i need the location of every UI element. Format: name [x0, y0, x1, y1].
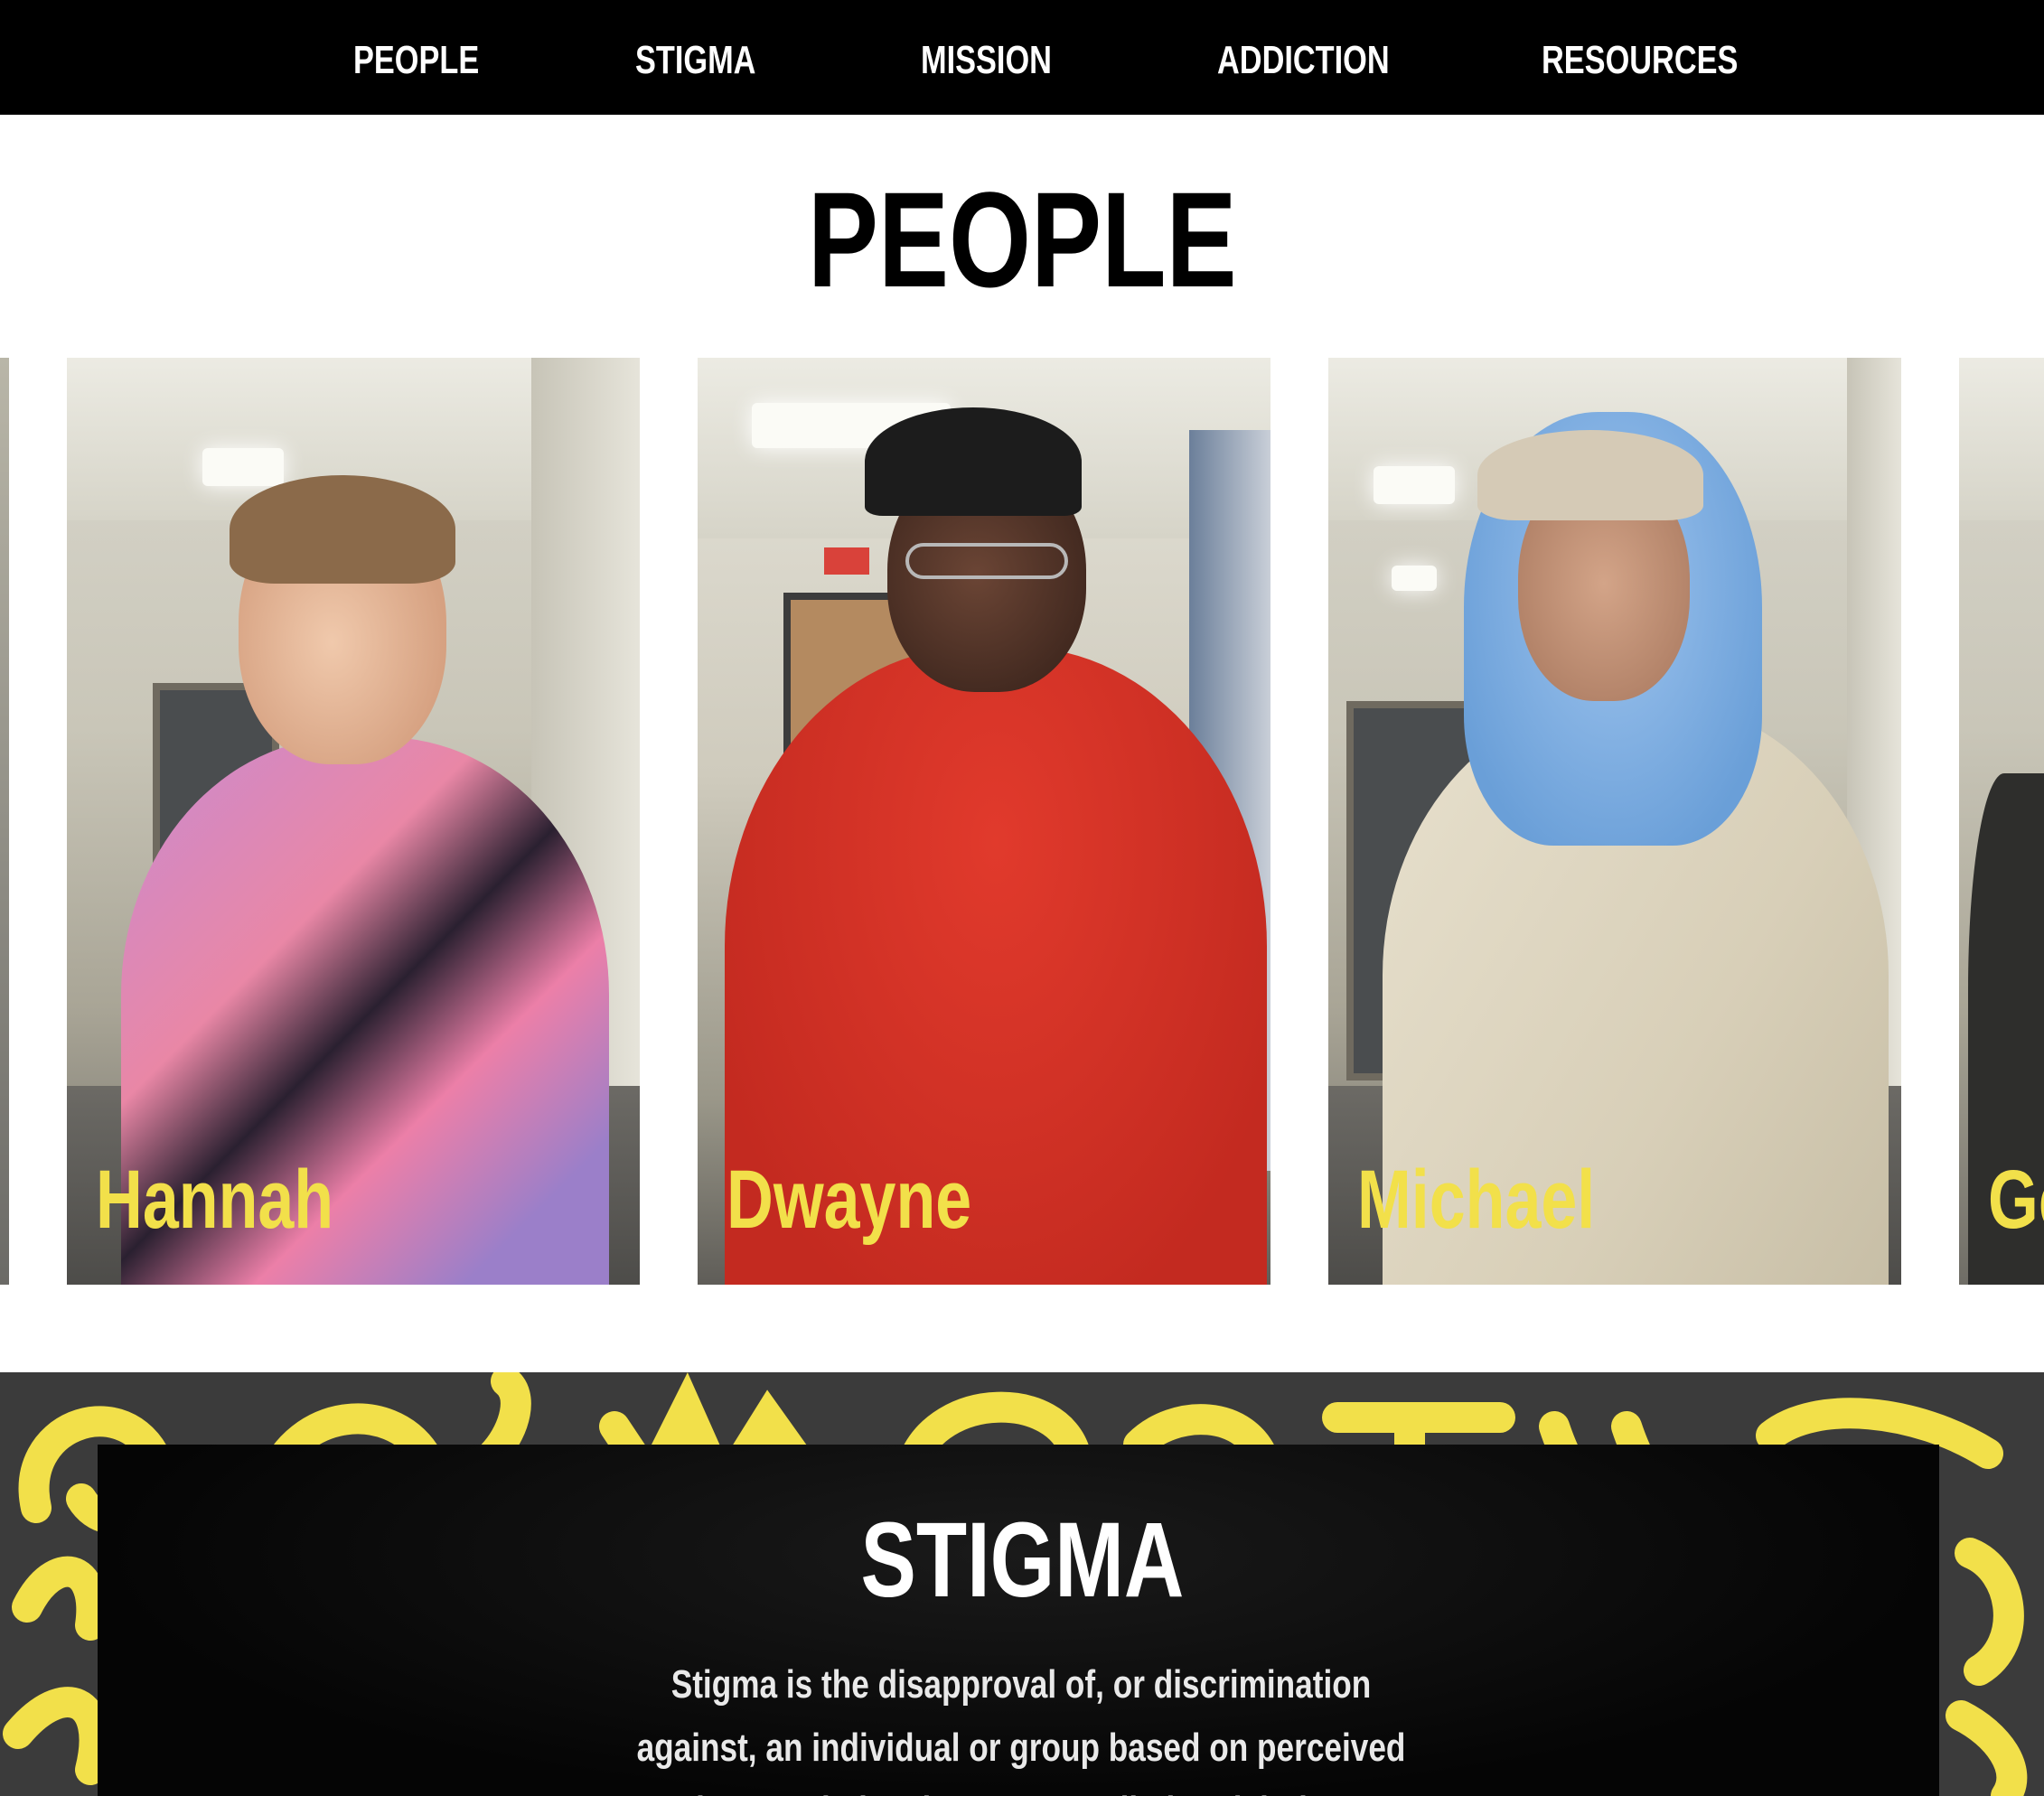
people-heading: PEOPLE [807, 164, 1237, 315]
nav-link-mission[interactable]: MISSION [921, 0, 1052, 115]
stigma-description: Stigma is the disapproval of, or discrim… [636, 1662, 1406, 1796]
person-name: Michael [1357, 1154, 1596, 1246]
nav-link-addiction[interactable]: ADDICTION [1217, 0, 1390, 115]
nav-link-people[interactable]: PEOPLE [353, 0, 479, 115]
person-photo [67, 358, 640, 1285]
person-name: Hannah [96, 1154, 334, 1246]
person-card-hannah[interactable]: Hannah [67, 358, 640, 1285]
person-name: Ge [1988, 1154, 2044, 1246]
person-photo [1328, 358, 1901, 1285]
nav-link-stigma[interactable]: STIGMA [635, 0, 755, 115]
person-card-michael[interactable]: Michael [1328, 358, 1901, 1285]
people-carousel[interactable]: Hannah Dwayne Michael G [0, 358, 2044, 1285]
person-card-dwayne[interactable]: Dwayne [698, 358, 1270, 1285]
person-photo [1959, 358, 2044, 1285]
person-name: Dwayne [727, 1154, 972, 1246]
person-photo [698, 358, 1270, 1285]
stigma-heading: STIGMA [860, 1501, 1184, 1620]
person-card-partial-left[interactable] [0, 358, 9, 1285]
nav-link-resources[interactable]: RESOURCES [1542, 0, 1738, 115]
person-card-partial-right[interactable]: Ge [1959, 358, 2044, 1285]
person-photo [0, 358, 9, 1285]
top-navigation: PEOPLE STIGMA MISSION ADDICTION RESOURCE… [0, 0, 2044, 115]
